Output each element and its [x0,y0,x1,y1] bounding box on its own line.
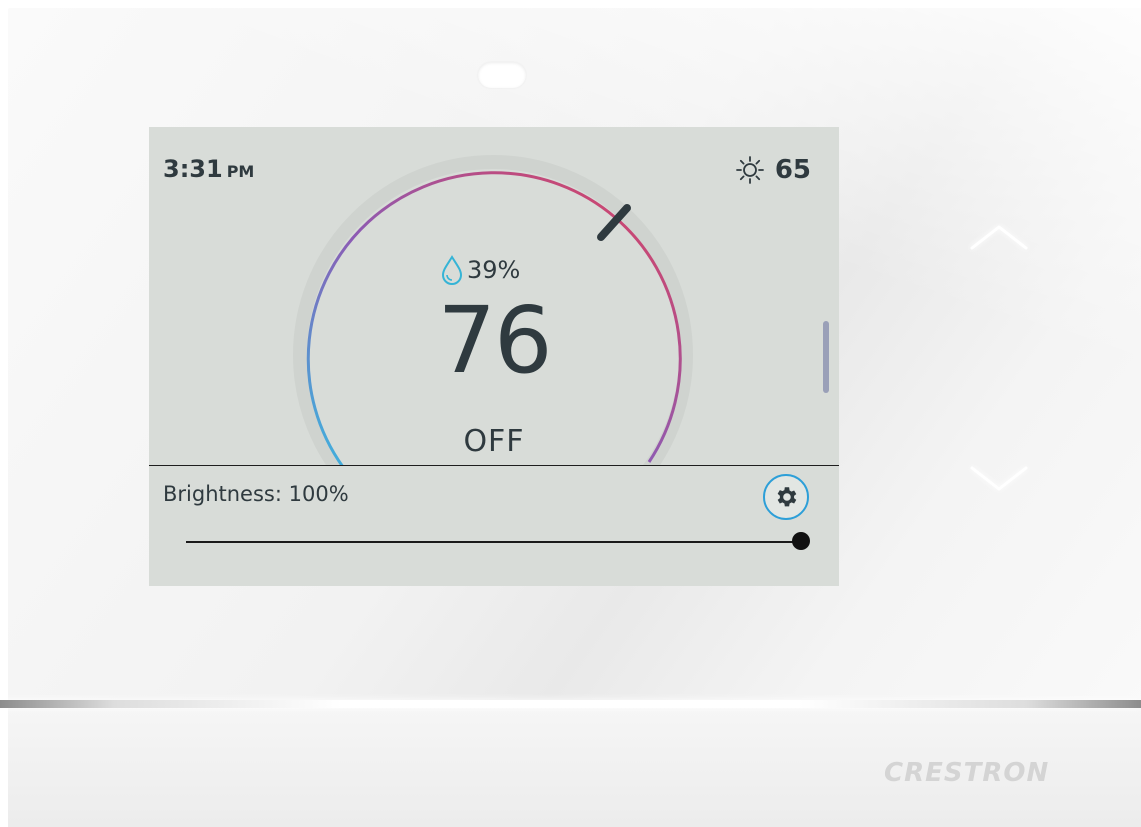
brightness-slider-track[interactable] [186,541,801,543]
hardware-down-button[interactable] [968,464,1030,494]
outdoor-temp: 65 [774,155,811,185]
humidity-readout: 39% [441,255,520,285]
brand-logo: CRESTRON [884,758,1050,788]
water-drop-icon [441,255,463,285]
chevron-up-icon [970,225,1028,250]
status-light-bar [0,700,1141,708]
settings-button[interactable] [763,474,809,520]
hardware-up-button[interactable] [968,222,1030,252]
brightness-panel: Brightness: 100% [149,465,839,586]
gear-icon [777,487,797,507]
setpoint-temperature: 76 [437,287,552,394]
scroll-indicator [823,321,829,393]
chevron-down-icon [970,466,1028,491]
brightness-label: Brightness: 100% [163,482,349,506]
proximity-sensor [478,62,526,88]
clock-ampm: PM [226,162,255,181]
clock: 3:31 PM [163,155,254,183]
clock-time: 3:31 [163,155,223,183]
brightness-slider-thumb[interactable] [792,532,810,550]
outdoor-weather: 65 [735,155,811,185]
hvac-mode[interactable]: OFF [439,427,549,457]
touchscreen[interactable]: 3:31 PM 65 39% 76 OFF Brightness: 100% [149,127,839,586]
sun-icon [735,156,764,184]
humidity-value: 39% [467,256,521,284]
